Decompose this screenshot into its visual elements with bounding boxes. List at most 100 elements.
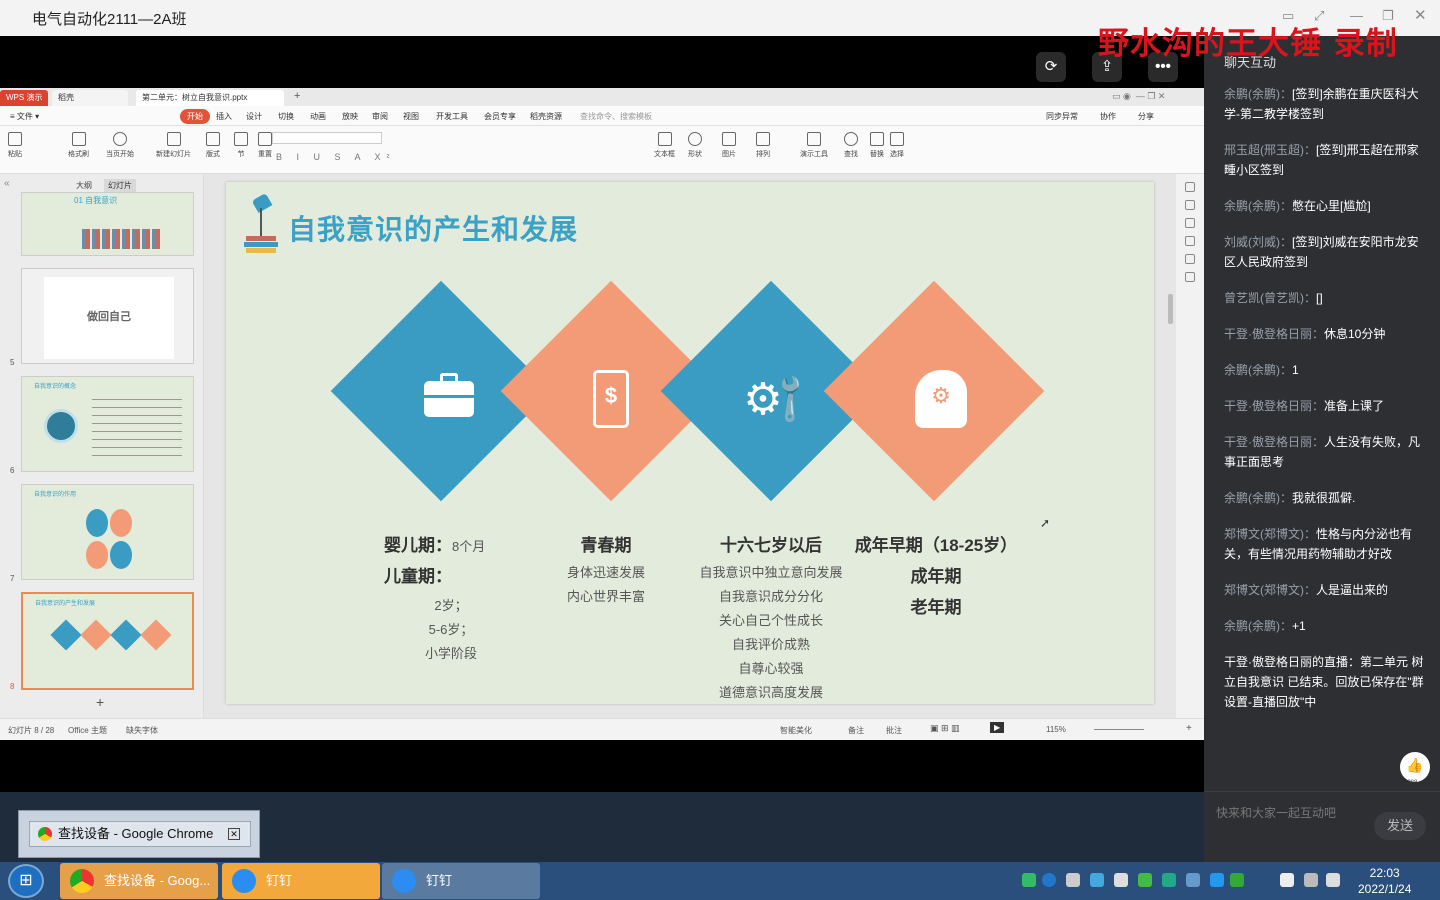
thumbnail-8-selected[interactable]: 自我意识的产生和发展 <box>21 592 194 690</box>
tray-icon[interactable] <box>1210 873 1224 887</box>
zoom-slider[interactable] <box>1094 729 1144 730</box>
tray-icon[interactable] <box>1090 873 1104 887</box>
network-icon[interactable] <box>1304 873 1318 887</box>
tray-icon[interactable] <box>1022 873 1036 887</box>
menu-home[interactable]: 开始 <box>180 109 210 124</box>
smart-beautify[interactable]: 智能美化 <box>780 725 812 736</box>
slide-thumbnail-panel: « 大纲 幻灯片 01 自我意识 5 做回自己 6 自我意识的概念 7 自我意识… <box>0 174 204 718</box>
tray-icon[interactable] <box>1138 873 1152 887</box>
menu-developer[interactable]: 开发工具 <box>436 111 468 122</box>
tray-icon[interactable] <box>1114 873 1128 887</box>
zoom-in-icon[interactable]: + <box>1186 723 1192 734</box>
font-name-select[interactable] <box>272 132 382 144</box>
zoom-level[interactable]: 115% <box>1046 725 1066 734</box>
new-tab-icon[interactable]: + <box>294 90 300 102</box>
collapse-panel-icon[interactable]: « <box>4 178 10 189</box>
menu-view[interactable]: 视图 <box>403 111 419 122</box>
preview-close-icon[interactable]: ✕ <box>228 828 240 840</box>
slide: 自我意识的产生和发展 $ ⚙ 🔧 ⚙ 婴儿期：8个月 儿童期： 2岁； 5-6岁… <box>226 182 1154 704</box>
picture-button[interactable]: 图片 <box>722 132 736 159</box>
properties-icon[interactable] <box>1185 182 1195 192</box>
select-button[interactable]: 选择 <box>890 132 904 159</box>
thumbnail-5[interactable]: 做回自己 <box>21 268 194 364</box>
menu-animation[interactable]: 动画 <box>310 111 326 122</box>
chrome-icon <box>38 827 52 841</box>
menu-slideshow[interactable]: 放映 <box>342 111 358 122</box>
tray-icon[interactable] <box>1230 873 1244 887</box>
backup-icon[interactable] <box>1185 254 1195 264</box>
share-button[interactable]: 分享 <box>1138 111 1154 122</box>
slide-title: 自我意识的产生和发展 <box>288 214 579 245</box>
volume-icon[interactable] <box>1326 873 1340 887</box>
menu-review[interactable]: 审阅 <box>372 111 388 122</box>
present-tools-button[interactable]: 演示工具 <box>800 132 828 159</box>
help-icon[interactable] <box>1185 236 1195 246</box>
chat-message: 余鹏(余鹏)：憋在心里[尴尬] <box>1224 199 1371 213</box>
taskbar-dingtalk-2[interactable]: 钉钉 <box>382 863 540 899</box>
notes-button[interactable]: 备注 <box>848 725 864 736</box>
arrange-button[interactable]: 排列 <box>756 132 770 159</box>
collaborate-button[interactable]: 协作 <box>1100 111 1116 122</box>
textbox-button[interactable]: 文本框 <box>654 132 675 159</box>
briefcase-icon <box>414 364 484 434</box>
add-slide-icon[interactable]: + <box>96 694 104 710</box>
window-controls[interactable]: ▭ ◉ — ❐ ✕ <box>1112 91 1165 102</box>
chat-input[interactable]: 快来和大家一起互动吧 <box>1216 804 1366 821</box>
money-phone-icon: $ <box>576 364 646 434</box>
format-painter-button[interactable]: 格式刷 <box>68 132 89 159</box>
new-slide-button[interactable]: 新建幻灯片 <box>156 132 191 159</box>
settings-icon[interactable] <box>1185 272 1195 282</box>
tab-wps[interactable]: WPS 演示 <box>0 90 49 106</box>
folder-icon[interactable] <box>1185 218 1195 228</box>
menu-insert[interactable]: 插入 <box>216 111 232 122</box>
start-button[interactable]: ⊞ <box>8 864 44 898</box>
menu-transition[interactable]: 切换 <box>278 111 294 122</box>
outline-tab[interactable]: 大纲 <box>76 180 92 191</box>
theme-name[interactable]: Office 主题 <box>68 725 107 736</box>
menu-docer-resources[interactable]: 稻壳资源 <box>530 111 562 122</box>
missing-font[interactable]: 缺失字体 <box>126 725 158 736</box>
reset-button[interactable]: 重置 <box>258 132 272 159</box>
command-search[interactable]: 查找命令、搜索模板 <box>580 111 652 122</box>
taskbar-preview[interactable]: 查找设备 - Google Chrome ✕ <box>18 810 260 858</box>
taskbar-dingtalk-1[interactable]: 钉钉 <box>222 863 380 899</box>
thumbnail-6[interactable]: 自我意识的概念 <box>21 376 194 472</box>
right-tool-strip <box>1176 174 1204 718</box>
font-style-buttons[interactable]: B I U S A X² <box>276 152 396 162</box>
view-mode-icons[interactable]: ▣ ⊞ ▥ <box>930 723 960 734</box>
layout-button[interactable]: 版式 <box>206 132 220 159</box>
play-current-button[interactable]: 当页开始 <box>106 132 134 159</box>
close-icon[interactable]: ✕ <box>1414 6 1427 24</box>
sync-status[interactable]: 同步异常 <box>1046 111 1078 122</box>
replace-button[interactable]: 替换 <box>870 132 884 159</box>
tray-icon[interactable] <box>1186 873 1200 887</box>
thumbnail-7[interactable]: 自我意识的作用 <box>21 484 194 580</box>
tab-docer[interactable]: 稻壳 <box>52 90 128 106</box>
action-center-icon[interactable] <box>1280 873 1294 887</box>
dingtalk-icon <box>392 869 416 893</box>
tab-document[interactable]: 第二单元：树立自我意识.pptx <box>136 90 284 106</box>
section-button[interactable]: 节 <box>234 132 248 159</box>
tray-icon[interactable] <box>1162 873 1176 887</box>
menu-design[interactable]: 设计 <box>246 111 262 122</box>
play-icon[interactable]: ▶ <box>990 722 1005 733</box>
comment-button[interactable]: 批注 <box>886 725 902 736</box>
menu-member[interactable]: 会员专享 <box>484 111 516 122</box>
send-button[interactable]: 发送 <box>1374 812 1426 840</box>
menu-file[interactable]: ≡ 文件 ▾ <box>10 111 39 122</box>
pin-icon[interactable] <box>1185 200 1195 210</box>
like-button[interactable]: 👍 2288 <box>1400 752 1430 786</box>
paste-button[interactable]: 粘贴 <box>8 132 22 159</box>
tray-icon[interactable] <box>1066 873 1080 887</box>
wps-presentation-window: WPS 演示 稻壳 第二单元：树立自我意识.pptx + ▭ ◉ — ❐ ✕ ≡… <box>0 88 1204 740</box>
help-icon[interactable] <box>1042 873 1056 887</box>
rotate-screen-icon[interactable]: ⟳ <box>1036 52 1066 82</box>
shape-button[interactable]: 形状 <box>688 132 702 159</box>
col-infancy-childhood: 婴儿期：8个月 儿童期： 2岁； 5-6岁； 小学阶段 <box>384 536 486 661</box>
vertical-scrollbar[interactable] <box>1168 294 1173 324</box>
taskbar-chrome[interactable]: 查找设备 - Goog... <box>60 863 218 899</box>
slides-tab[interactable]: 幻灯片 <box>104 179 136 192</box>
thumbnail-4[interactable]: 01 自我意识 <box>21 192 194 256</box>
clock[interactable]: 22:03 2022/1/24 <box>1358 865 1411 897</box>
find-button[interactable]: 查找 <box>844 132 858 159</box>
